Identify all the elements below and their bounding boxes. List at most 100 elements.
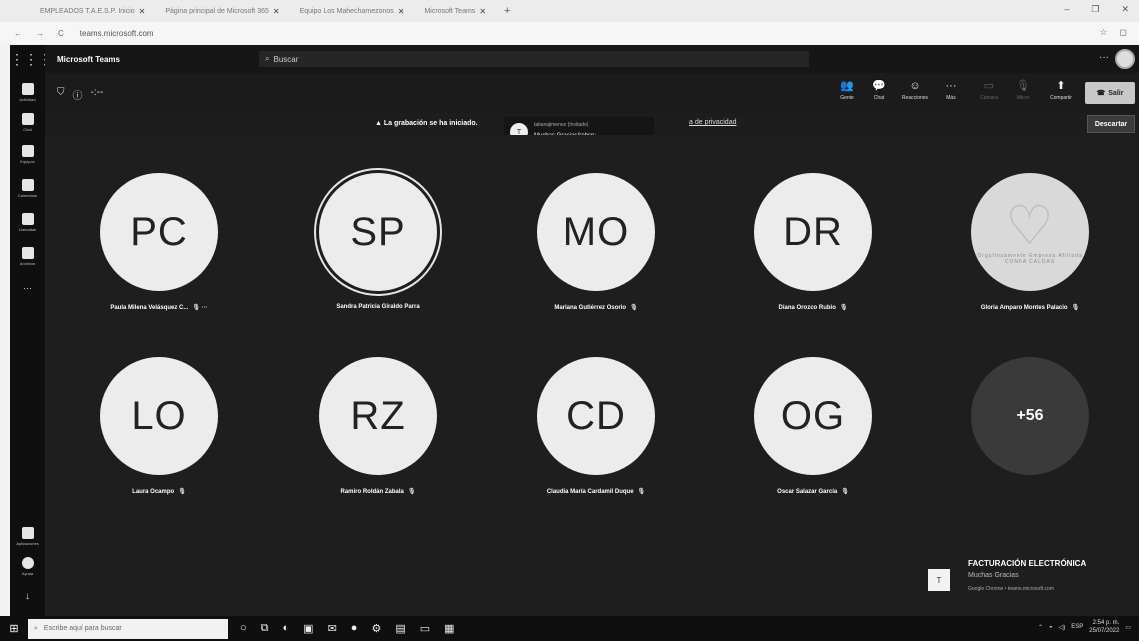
app-icon[interactable]: ⚙ bbox=[371, 622, 381, 635]
rail-item-activity[interactable]: Actividad bbox=[10, 83, 45, 102]
browser-tab-active[interactable]: Microsoft Teams ✕ bbox=[414, 0, 496, 22]
camera-button[interactable]: ▭ Cámara bbox=[975, 79, 1003, 101]
mic-muted-icon: 🎙 bbox=[407, 489, 416, 495]
shield-icon[interactable]: ⛉ bbox=[57, 87, 65, 102]
language-indicator[interactable]: ESP bbox=[1071, 624, 1083, 630]
share-source: Google Chrome • teams.microsoft.com bbox=[968, 586, 1054, 592]
participant-name: Mariana Gutiérrez Osorio bbox=[554, 305, 627, 311]
star-icon[interactable]: ☆ bbox=[1099, 27, 1107, 38]
leave-button[interactable]: ☎ Salir bbox=[1085, 82, 1135, 104]
discard-button[interactable]: Descartar bbox=[1087, 115, 1135, 133]
volume-icon[interactable]: ◁) bbox=[1059, 624, 1066, 631]
rail-item-files[interactable]: Archivos bbox=[10, 247, 45, 266]
heart-logo-icon: ♡ bbox=[1005, 196, 1055, 256]
browser-address-bar: ← → C teams.microsoft.com ☆ ◻ bbox=[0, 22, 1139, 44]
close-window-icon[interactable]: ✕ bbox=[1121, 4, 1129, 15]
calendar-icon bbox=[21, 179, 34, 191]
close-icon[interactable]: ✕ bbox=[139, 7, 146, 16]
minimize-icon[interactable]: – bbox=[1064, 4, 1069, 15]
participant-name: Oscar Salazar García bbox=[777, 489, 838, 495]
phone-icon bbox=[21, 213, 34, 225]
extensions-icon[interactable]: ◻ bbox=[1120, 27, 1127, 38]
avatar[interactable] bbox=[1115, 49, 1135, 69]
logo-brand: CONFA CALDAS bbox=[1004, 259, 1056, 265]
rail-item-chat[interactable]: Chat bbox=[10, 113, 45, 132]
rail-item-calls[interactable]: Llamadas bbox=[10, 213, 45, 232]
participant-tile[interactable]: ♡ Orgullosamente Empresa Afiliada CONFA … bbox=[930, 173, 1130, 333]
reactions-button[interactable]: ☺ Reacciones bbox=[901, 79, 929, 101]
search-input[interactable]: ⌕ Buscar bbox=[259, 51, 809, 67]
more-options-icon[interactable]: ··· bbox=[1099, 52, 1109, 63]
close-icon[interactable]: ✕ bbox=[479, 7, 486, 16]
folder-icon[interactable]: ▭ bbox=[420, 622, 430, 635]
privacy-link[interactable]: a de privacidad bbox=[689, 119, 736, 126]
notifications-icon[interactable]: ▭ bbox=[1125, 624, 1131, 631]
mic-muted-icon: 🎙 bbox=[630, 305, 638, 311]
participant-tile[interactable]: SP Sandra Patricia Giraldo Parra bbox=[278, 173, 478, 333]
url-field[interactable]: teams.microsoft.com bbox=[80, 29, 154, 38]
avatar: OG bbox=[754, 357, 872, 475]
participant-tile[interactable]: MO Mariana Gutiérrez Osorio 🎙 bbox=[496, 173, 696, 333]
participant-name: Claudia María Cardamil Duque bbox=[546, 489, 634, 495]
teams-window: ⋮⋮⋮ Actividad Chat Equipos Calendario Ll… bbox=[10, 45, 1139, 616]
participant-tile[interactable]: LO Laura Ocampo 🎙 bbox=[59, 357, 259, 517]
reload-icon[interactable]: C bbox=[58, 29, 64, 38]
taskbar-search-input[interactable]: ⌕ Escribe aquí para buscar bbox=[28, 618, 228, 639]
new-tab-button[interactable]: + bbox=[496, 5, 518, 17]
info-icon[interactable]: ⓘ bbox=[73, 87, 83, 102]
task-view-icon[interactable]: ⧉ bbox=[261, 622, 269, 635]
rail-item-calendar[interactable]: Calendario bbox=[10, 179, 45, 198]
warning-icon: ▲ bbox=[375, 120, 384, 127]
maximize-icon[interactable]: ❐ bbox=[1091, 4, 1099, 15]
close-icon[interactable]: ✕ bbox=[273, 7, 280, 16]
clock[interactable]: 2:54 p. m. 25/07/2022 bbox=[1089, 619, 1119, 635]
forward-icon[interactable]: → bbox=[36, 29, 44, 38]
browser-tab-bar: EMPLEADOS T.A.E.S.P. Inicio ✕ Página prin… bbox=[0, 0, 1139, 22]
mail-icon[interactable]: ✉ bbox=[328, 622, 337, 635]
close-icon[interactable]: ✕ bbox=[398, 7, 405, 16]
teams-icon[interactable]: ▦ bbox=[444, 622, 454, 635]
browser-tab[interactable]: Equipo Los Mahechamezonos ✕ bbox=[290, 0, 415, 22]
browser-tab[interactable]: Página principal de Microsoft 365 ✕ bbox=[155, 0, 289, 22]
system-tray: ⌃ ◒ ◁) ESP 2:54 p. m. 25/07/2022 ▭ bbox=[1038, 619, 1131, 635]
edge-icon[interactable]: ◐ bbox=[283, 622, 290, 635]
app-launcher-icon[interactable]: ⋮⋮⋮ bbox=[10, 51, 52, 68]
download-icon[interactable]: ↓ bbox=[10, 591, 45, 602]
meeting-controls: ⛉ ⓘ -:-- 👥 Gente 💬 Chat ☺ Reacciones ··· Más… bbox=[45, 73, 1139, 113]
tray-arrow-icon[interactable]: ⌃ bbox=[1038, 624, 1043, 631]
avatar: SP bbox=[319, 173, 437, 291]
back-icon[interactable]: ← bbox=[14, 29, 22, 38]
more-participants-tile[interactable]: +56 bbox=[930, 357, 1130, 517]
participant-tile[interactable]: RZ Ramiro Roldán Zabala 🎙 bbox=[278, 357, 478, 517]
mic-muted-icon: 🎙 ··· bbox=[192, 305, 208, 311]
files-icon[interactable]: ▤ bbox=[395, 622, 405, 635]
help-icon bbox=[21, 557, 34, 569]
store-icon[interactable]: ▣ bbox=[303, 622, 313, 635]
rail-item-help[interactable]: Ayuda bbox=[10, 557, 45, 576]
mic-button[interactable]: 🎙 Micro bbox=[1009, 79, 1037, 101]
window-controls: – ❐ ✕ bbox=[1064, 4, 1129, 15]
more-button[interactable]: ··· Más bbox=[937, 79, 965, 101]
camera-icon: ▭ bbox=[983, 80, 995, 92]
share-button[interactable]: ⬆ Compartir bbox=[1047, 79, 1075, 101]
participant-tile[interactable]: OG Oscar Salazar García 🎙 bbox=[713, 357, 913, 517]
people-button[interactable]: 👥 Gente bbox=[833, 79, 861, 101]
share-subtitle: Muchas Gracias bbox=[968, 572, 1019, 579]
windows-start-icon[interactable]: ⊞ bbox=[0, 622, 28, 635]
chat-button[interactable]: 💬 Chat bbox=[865, 79, 893, 101]
browser-tab[interactable]: EMPLEADOS T.A.E.S.P. Inicio ✕ bbox=[30, 0, 155, 22]
rail-item-teams[interactable]: Equipos bbox=[10, 145, 45, 164]
participant-tile[interactable]: DR Diana Orozco Rubio 🎙 bbox=[713, 173, 913, 333]
file-icon bbox=[21, 247, 34, 259]
rail-more[interactable]: ··· bbox=[10, 283, 45, 293]
network-icon[interactable]: ◒ bbox=[1049, 624, 1053, 630]
share-notification[interactable]: T FACTURACIÓN ELECTRÓNICA Muchas Gracias… bbox=[928, 555, 1128, 605]
mic-muted-icon: 🎙 bbox=[178, 489, 186, 495]
participant-tile[interactable]: PC Paula Milena Velásquez C... 🎙 ··· bbox=[59, 173, 259, 333]
app-name: Microsoft Teams bbox=[57, 54, 120, 64]
bell-icon bbox=[21, 83, 34, 95]
participant-tile[interactable]: CD Claudia María Cardamil Duque 🎙 bbox=[496, 357, 696, 517]
chrome-icon[interactable]: ● bbox=[351, 622, 358, 635]
rail-item-apps[interactable]: Aplicaciones bbox=[10, 527, 45, 546]
cortana-icon[interactable]: ○ bbox=[240, 622, 247, 635]
